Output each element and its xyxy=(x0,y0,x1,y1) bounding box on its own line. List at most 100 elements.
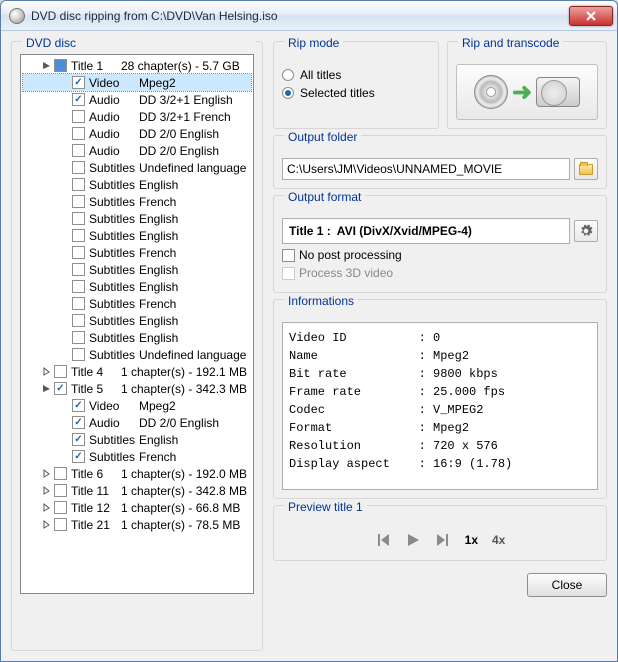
tree-desc-label: English xyxy=(139,433,178,447)
tree-row[interactable]: SubtitlesUndefined language xyxy=(23,346,251,363)
preview-next-button[interactable] xyxy=(435,532,451,548)
expand-icon[interactable] xyxy=(41,485,52,496)
left-panel: DVD disc Title 128 chapter(s) - 5.7 GBVi… xyxy=(11,41,263,651)
expand-icon[interactable] xyxy=(41,468,52,479)
radio-all-titles[interactable]: All titles xyxy=(282,68,430,82)
no-post-processing-checkbox[interactable]: No post processing xyxy=(282,248,598,262)
tree-row[interactable]: SubtitlesEnglish xyxy=(23,329,251,346)
tree-row[interactable]: SubtitlesEnglish xyxy=(23,261,251,278)
tree-row[interactable]: AudioDD 2/0 English xyxy=(23,125,251,142)
close-icon xyxy=(586,11,596,21)
tree-checkbox[interactable] xyxy=(72,263,85,276)
tree-desc-label: English xyxy=(139,331,178,345)
tree-type-label: Subtitles xyxy=(89,331,139,345)
speed-1x-button[interactable]: 1x xyxy=(465,533,478,547)
window-close-button[interactable] xyxy=(569,6,613,26)
tree-checkbox[interactable] xyxy=(72,212,85,225)
collapse-icon[interactable] xyxy=(41,60,52,71)
tree-checkbox[interactable] xyxy=(72,178,85,191)
collapse-icon[interactable] xyxy=(41,383,52,394)
tree-checkbox[interactable] xyxy=(54,59,67,72)
tree-row[interactable]: SubtitlesEnglish xyxy=(23,431,251,448)
speed-4x-button[interactable]: 4x xyxy=(492,533,505,547)
tree-row[interactable]: SubtitlesEnglish xyxy=(23,210,251,227)
tree-type-label: Subtitles xyxy=(89,348,139,362)
tree-row[interactable]: VideoMpeg2 xyxy=(23,74,251,91)
tree-checkbox[interactable] xyxy=(72,348,85,361)
tree-checkbox[interactable] xyxy=(72,229,85,242)
close-button[interactable]: Close xyxy=(527,573,607,597)
tree-desc-label: Undefined language xyxy=(139,348,246,362)
tree-row[interactable]: SubtitlesFrench xyxy=(23,193,251,210)
expand-icon[interactable] xyxy=(41,519,52,530)
tree-desc-label: DD 3/2+1 French xyxy=(139,110,231,124)
tree-desc-label: Mpeg2 xyxy=(139,76,176,90)
tree-row[interactable]: Title 211 chapter(s) - 78.5 MB xyxy=(23,516,251,533)
tree-checkbox[interactable] xyxy=(72,161,85,174)
tree-checkbox[interactable] xyxy=(72,399,85,412)
preview-label: Preview title 1 xyxy=(284,500,367,514)
tree-row[interactable]: SubtitlesFrench xyxy=(23,448,251,465)
browse-folder-button[interactable] xyxy=(574,158,598,180)
tree-checkbox[interactable] xyxy=(72,450,85,463)
tree-row[interactable]: Title 41 chapter(s) - 192.1 MB xyxy=(23,363,251,380)
tree-row[interactable]: Title 111 chapter(s) - 342.8 MB xyxy=(23,482,251,499)
tree-checkbox[interactable] xyxy=(72,331,85,344)
tree-row[interactable]: AudioDD 2/0 English xyxy=(23,414,251,431)
tree-checkbox[interactable] xyxy=(54,467,67,480)
tree-row[interactable]: SubtitlesFrench xyxy=(23,244,251,261)
tree-checkbox[interactable] xyxy=(72,93,85,106)
tree-type-label: Title 4 xyxy=(71,365,121,379)
tree-type-label: Audio xyxy=(89,127,139,141)
tree-checkbox[interactable] xyxy=(72,144,85,157)
preview-play-button[interactable] xyxy=(405,532,421,548)
tree-row[interactable]: SubtitlesFrench xyxy=(23,295,251,312)
format-title-label: Title 1 : xyxy=(289,224,331,238)
tree-checkbox[interactable] xyxy=(54,484,67,497)
format-settings-button[interactable] xyxy=(574,220,598,242)
rip-transcode-button[interactable]: ➜ xyxy=(456,64,598,120)
expand-icon[interactable] xyxy=(41,366,52,377)
tree-desc-label: DD 2/0 English xyxy=(139,127,219,141)
output-format-group: Output format Title 1 : AVI (DivX/Xvid/M… xyxy=(273,195,607,293)
tree-checkbox[interactable] xyxy=(54,365,67,378)
tree-row[interactable]: AudioDD 3/2+1 French xyxy=(23,108,251,125)
expand-icon[interactable] xyxy=(41,502,52,513)
tree-checkbox[interactable] xyxy=(72,416,85,429)
tree-row[interactable]: VideoMpeg2 xyxy=(23,397,251,414)
tree-row[interactable]: Title 128 chapter(s) - 5.7 GB xyxy=(23,57,251,74)
tree-row[interactable]: AudioDD 3/2+1 English xyxy=(23,91,251,108)
info-label: Informations xyxy=(284,294,358,308)
tree-checkbox[interactable] xyxy=(72,280,85,293)
tree-row[interactable]: Title 51 chapter(s) - 342.3 MB xyxy=(23,380,251,397)
gear-icon xyxy=(579,224,593,238)
tree-row[interactable]: AudioDD 2/0 English xyxy=(23,142,251,159)
output-folder-input[interactable] xyxy=(282,158,570,180)
tree-checkbox[interactable] xyxy=(72,195,85,208)
tree-checkbox[interactable] xyxy=(72,314,85,327)
tree-checkbox[interactable] xyxy=(54,382,67,395)
tree-checkbox[interactable] xyxy=(72,110,85,123)
tree-row[interactable]: SubtitlesEnglish xyxy=(23,278,251,295)
tree-row[interactable]: SubtitlesEnglish xyxy=(23,227,251,244)
tree-checkbox[interactable] xyxy=(72,246,85,259)
tree-checkbox[interactable] xyxy=(54,518,67,531)
tree-checkbox[interactable] xyxy=(72,433,85,446)
tree-checkbox[interactable] xyxy=(54,501,67,514)
tree-row[interactable]: SubtitlesEnglish xyxy=(23,312,251,329)
tree-type-label: Title 1 xyxy=(71,59,121,73)
tree-checkbox[interactable] xyxy=(72,297,85,310)
tree-desc-label: 1 chapter(s) - 78.5 MB xyxy=(121,518,240,532)
radio-selected-titles[interactable]: Selected titles xyxy=(282,86,430,100)
tree-checkbox[interactable] xyxy=(72,127,85,140)
tree-row[interactable]: SubtitlesUndefined language xyxy=(23,159,251,176)
tree-checkbox[interactable] xyxy=(72,76,85,89)
tree-desc-label: English xyxy=(139,178,178,192)
preview-prev-button[interactable] xyxy=(375,532,391,548)
tree-desc-label: DD 2/0 English xyxy=(139,416,219,430)
tree-row[interactable]: SubtitlesEnglish xyxy=(23,176,251,193)
tree-row[interactable]: Title 121 chapter(s) - 66.8 MB xyxy=(23,499,251,516)
window-title: DVD disc ripping from C:\DVD\Van Helsing… xyxy=(31,9,569,23)
tree-row[interactable]: Title 61 chapter(s) - 192.0 MB xyxy=(23,465,251,482)
title-tree[interactable]: Title 128 chapter(s) - 5.7 GBVideoMpeg2A… xyxy=(20,54,254,594)
